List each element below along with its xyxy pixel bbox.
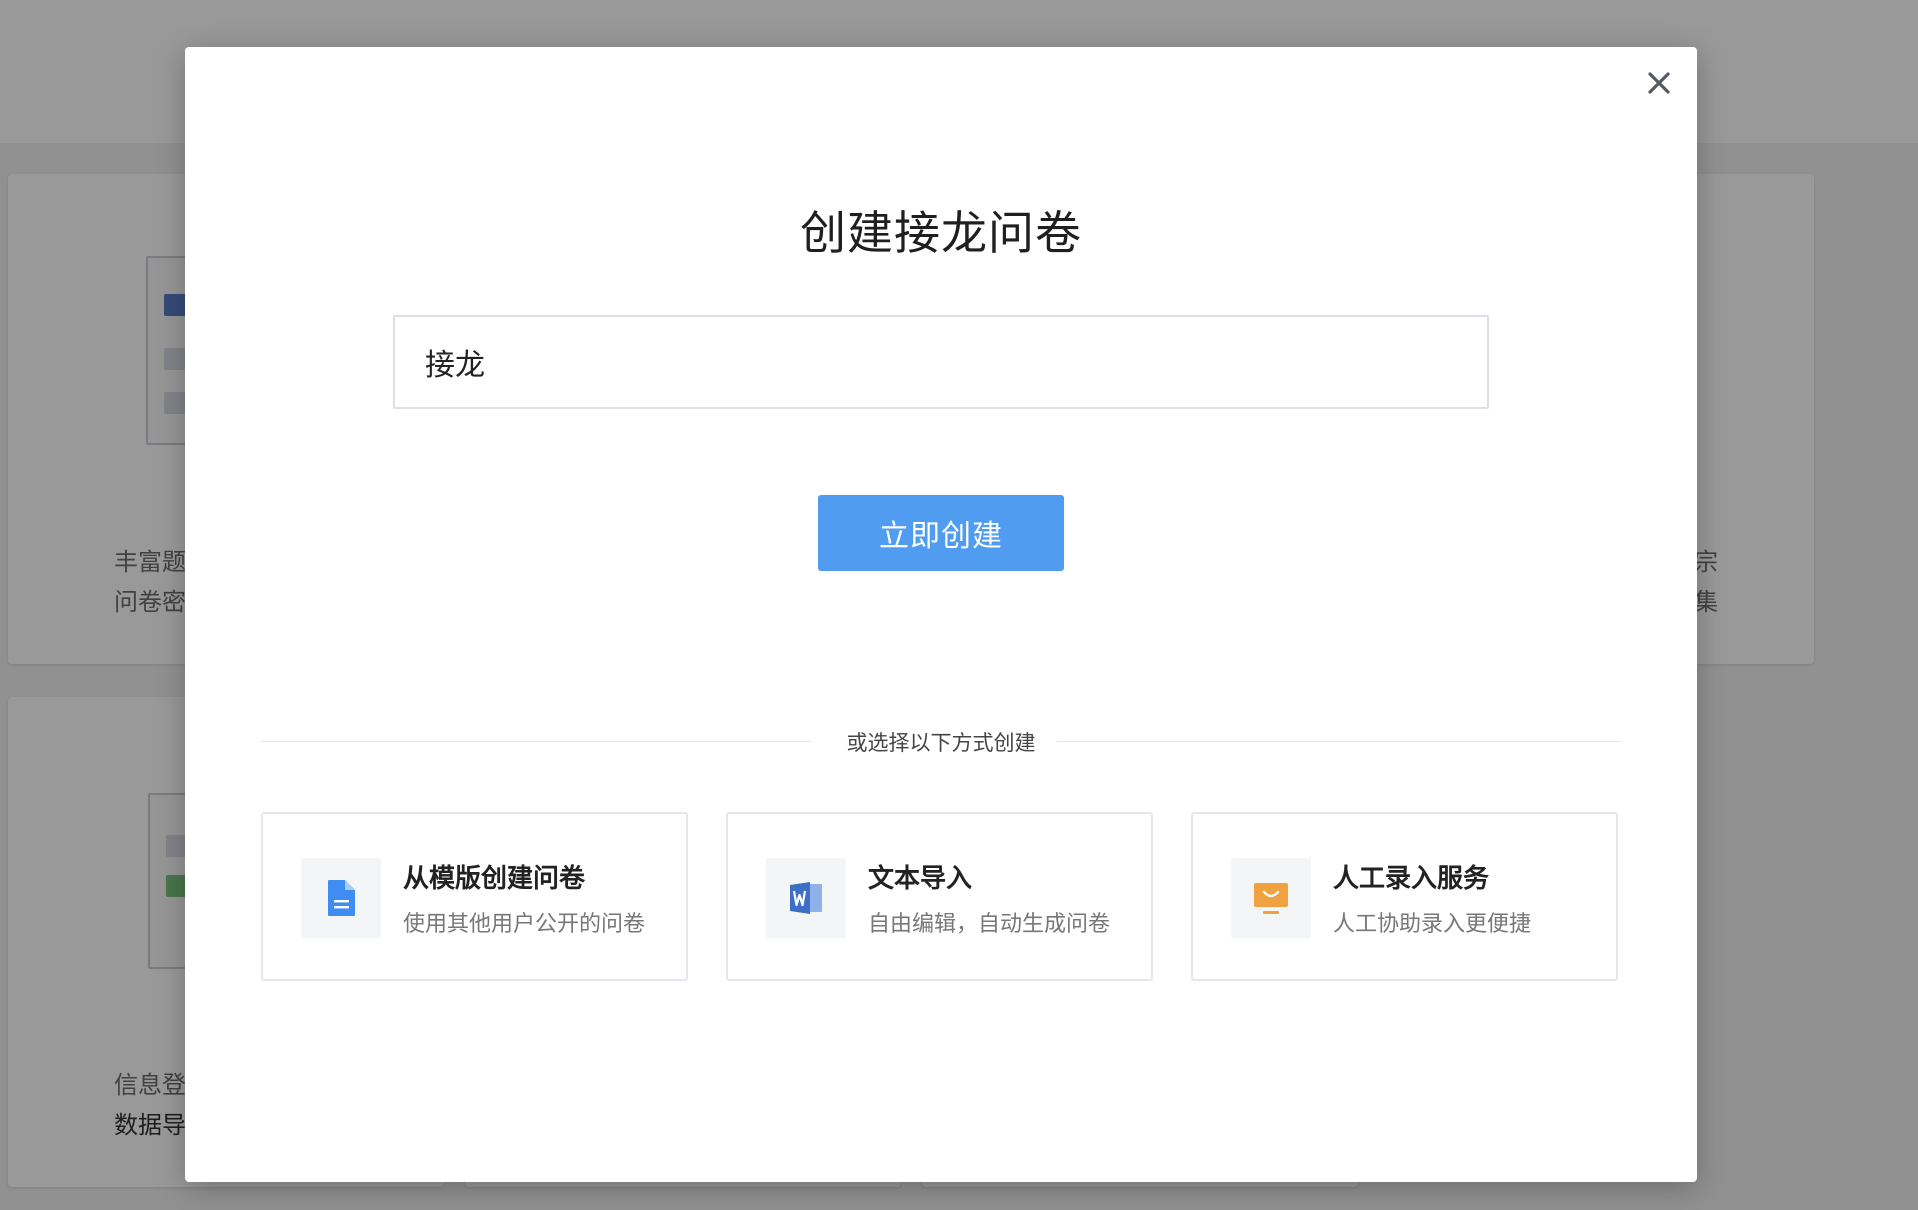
create-now-button[interactable]: 立即创建 <box>818 495 1064 571</box>
option-title: 从模版创建问卷 <box>403 864 586 894</box>
create-from-template-option[interactable]: 从模版创建问卷 使用其他用户公开的问卷 <box>261 812 688 981</box>
text-import-option[interactable]: 文本导入 自由编辑，自动生成问卷 <box>726 812 1153 981</box>
text-import-icon-box <box>766 858 846 938</box>
monitor-icon <box>1254 883 1288 914</box>
close-button[interactable] <box>1637 61 1681 105</box>
create-questionnaire-dialog: 创建接龙问卷 立即创建 或选择以下方式创建 从模版创建问卷 使用其他用户公开的问… <box>185 47 1697 1182</box>
divider-line-right <box>1057 741 1621 742</box>
option-title: 文本导入 <box>868 864 973 894</box>
option-description: 人工协助录入更便捷 <box>1333 912 1532 937</box>
manual-entry-icon-box <box>1231 858 1311 938</box>
template-icon-box <box>301 858 381 938</box>
option-description: 使用其他用户公开的问卷 <box>403 912 646 937</box>
document-icon <box>328 880 355 916</box>
divider-text: 或选择以下方式创建 <box>846 731 1036 755</box>
option-title: 人工录入服务 <box>1333 864 1490 894</box>
questionnaire-title-input[interactable] <box>393 315 1489 409</box>
dialog-title: 创建接龙问卷 <box>800 206 1082 260</box>
manual-entry-option[interactable]: 人工录入服务 人工协助录入更便捷 <box>1191 812 1618 981</box>
option-description: 自由编辑，自动生成问卷 <box>868 912 1111 937</box>
close-icon <box>1648 72 1670 94</box>
word-icon <box>790 882 822 914</box>
